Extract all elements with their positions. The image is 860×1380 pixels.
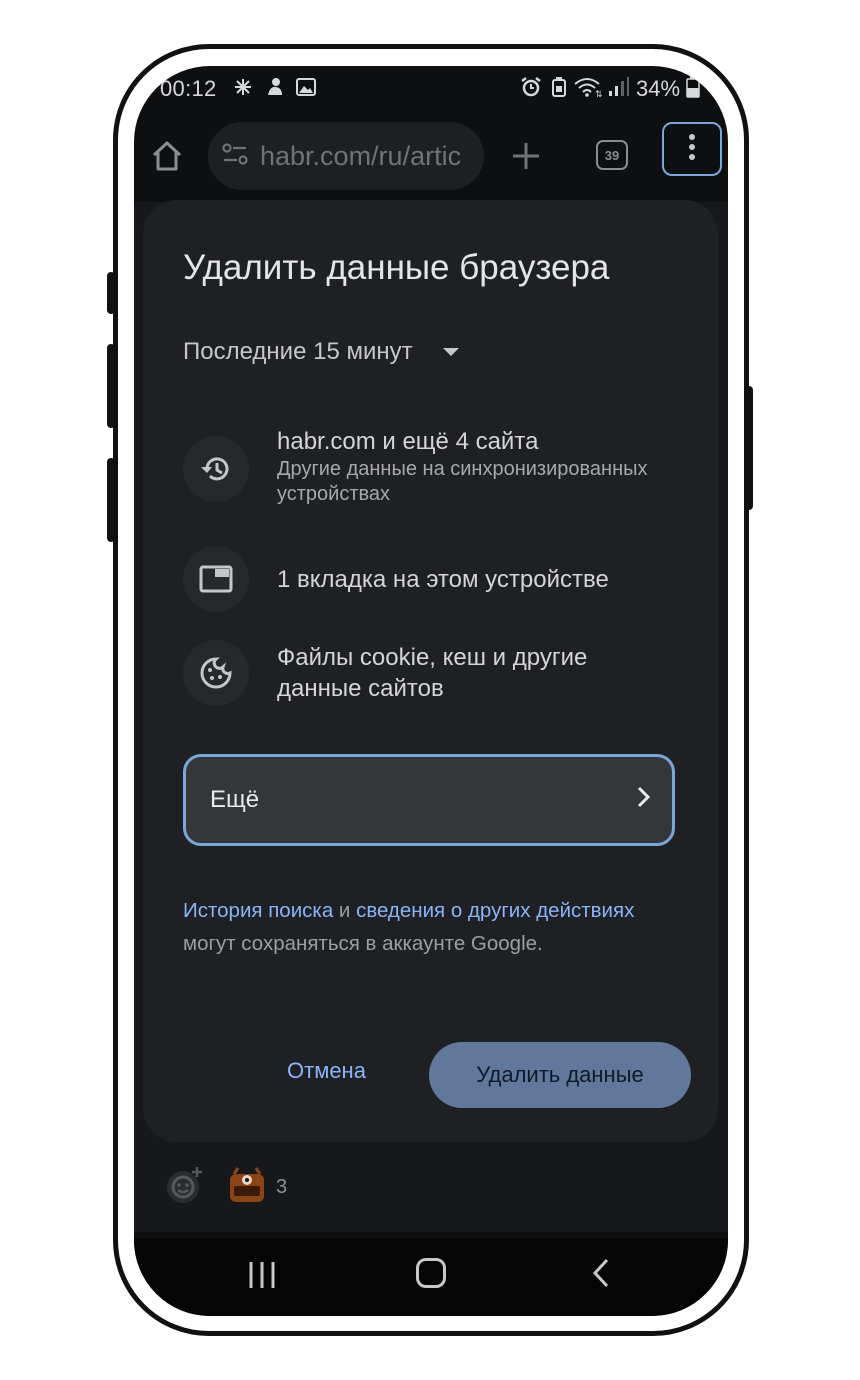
clear-browsing-data-dialog: Удалить данные браузера Последние 15 мин… <box>143 200 718 1142</box>
account-data-note: История поиска и сведения о других дейст… <box>183 894 653 960</box>
time-range-dropdown[interactable]: Последние 15 минут <box>183 338 459 366</box>
battery-percent: 34% <box>636 76 681 101</box>
tab-count: 39 <box>604 147 620 163</box>
side-button-left-2 <box>107 344 115 428</box>
wifi-icon: ⇅ <box>574 77 604 97</box>
system-nav-bar <box>134 1238 728 1316</box>
tab-icon <box>183 546 249 612</box>
delete-data-button[interactable]: Удалить данные <box>429 1042 691 1108</box>
screen: 00:12 ⇅ 34% habr.com/ru/artic 39 Удалить… <box>134 66 728 1316</box>
status-time: 00:12 <box>160 76 217 101</box>
dropdown-arrow-icon <box>442 348 459 356</box>
status-bar: 00:12 ⇅ 34% <box>134 66 728 114</box>
cookie-icon <box>183 640 249 706</box>
home-nav-icon[interactable] <box>416 1258 446 1288</box>
note-rest: могут сохраняться в аккаунте Google. <box>183 932 543 955</box>
cancel-button[interactable]: Отмена <box>287 1058 366 1084</box>
back-icon[interactable] <box>592 1258 610 1293</box>
more-options-button[interactable]: Ещё <box>183 754 675 846</box>
more-menu-button[interactable] <box>662 122 722 176</box>
recents-icon[interactable] <box>248 1260 278 1295</box>
add-reaction-icon[interactable] <box>164 1164 206 1211</box>
time-range-label: Последние 15 минут <box>183 338 413 365</box>
url-text: habr.com/ru/artic <box>260 140 462 171</box>
side-button-left-3 <box>107 458 115 542</box>
more-vert-icon <box>688 133 696 166</box>
chevron-right-icon <box>636 786 652 815</box>
battery-saver-icon <box>552 77 566 97</box>
history-icon <box>183 436 249 502</box>
other-activity-link[interactable]: сведения о других действиях <box>356 899 634 922</box>
address-bar[interactable]: habr.com/ru/artic <box>208 122 484 190</box>
note-and: и <box>333 899 357 922</box>
notification-icon <box>266 77 284 97</box>
browser-toolbar: habr.com/ru/artic 39 <box>134 122 728 198</box>
history-item: habr.com и ещё 4 сайта Другие данные на … <box>277 426 677 507</box>
tab-switcher-button[interactable]: 39 <box>596 140 628 170</box>
site-settings-icon[interactable] <box>222 142 248 170</box>
signal-icon <box>608 77 630 97</box>
reactions-row: 3 <box>164 1164 287 1211</box>
cookies-item-title: Файлы cookie, кеш и другие данные сайтов <box>277 644 588 702</box>
gallery-icon <box>296 77 316 97</box>
tabs-item-title: 1 вкладка на этом устройстве <box>277 566 609 593</box>
history-item-title: habr.com и ещё 4 сайта <box>277 428 539 455</box>
history-item-subtitle: Другие данные на синхронизированных устр… <box>277 458 648 505</box>
more-options-label: Ещё <box>210 786 260 813</box>
cookies-item: Файлы cookie, кеш и другие данные сайтов <box>277 642 657 704</box>
reaction-emoji-icon[interactable] <box>228 1166 268 1209</box>
battery-icon <box>686 76 700 98</box>
alarm-icon <box>520 77 542 97</box>
side-button-left-1 <box>107 272 115 314</box>
svg-text:⇅: ⇅ <box>595 90 603 97</box>
home-icon[interactable] <box>150 140 184 177</box>
search-history-link[interactable]: История поиска <box>183 899 333 922</box>
tabs-item: 1 вкладка на этом устройстве <box>277 564 609 595</box>
dialog-title: Удалить данные браузера <box>183 248 610 287</box>
new-tab-icon[interactable] <box>510 140 542 177</box>
side-button-right <box>745 386 753 510</box>
delete-data-label: Удалить данные <box>476 1062 644 1087</box>
reaction-count: 3 <box>276 1176 288 1198</box>
brightness-icon <box>234 77 252 97</box>
